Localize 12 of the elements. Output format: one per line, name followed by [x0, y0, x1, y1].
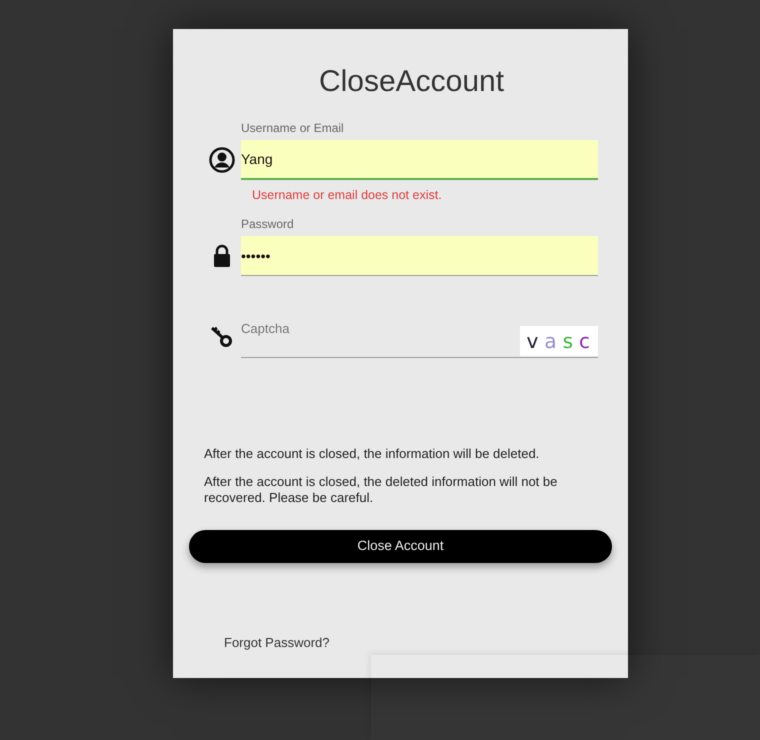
username-field[interactable]: Yang — [241, 140, 598, 180]
password-field[interactable]: •••••• — [241, 236, 598, 276]
user-icon — [209, 147, 235, 173]
close-account-button[interactable]: Close Account — [189, 530, 612, 563]
field-label: Password — [241, 217, 294, 231]
field-label: Username or Email — [241, 121, 344, 135]
captcha-field[interactable]: Captcha — [241, 318, 520, 338]
error-message: Username or email does not exist. — [252, 188, 443, 202]
page-title: CloseAccount — [318, 65, 506, 98]
note-text: After the account is closed, the deleted information will not be recovered. Please be careful. — [204, 474, 558, 506]
note-text: After the account is closed, the information will be deleted. — [204, 446, 540, 462]
forgot-password-link[interactable]: Forgot Password? — [224, 633, 330, 652]
